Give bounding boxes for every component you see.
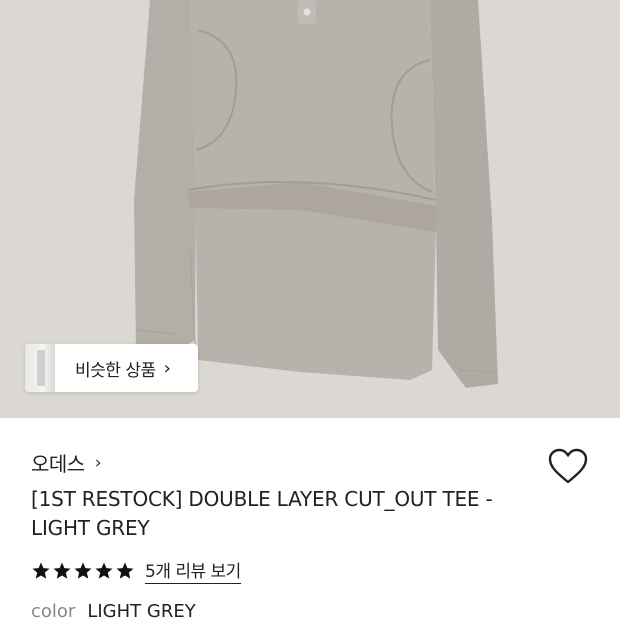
- product-image[interactable]: 비슷한 상품 ›: [0, 0, 620, 418]
- heart-icon: [548, 448, 588, 484]
- star-icon: [74, 562, 92, 579]
- chevron-right-icon: ›: [94, 452, 102, 473]
- color-option: color LIGHT GREY: [31, 601, 196, 622]
- similar-product-thumbnail: [25, 344, 55, 392]
- product-title: [1ST RESTOCK] DOUBLE LAYER CUT_OUT TEE -…: [31, 487, 493, 540]
- wishlist-button[interactable]: [547, 447, 589, 487]
- option-label: color: [31, 601, 76, 622]
- star-rating: [31, 561, 135, 581]
- similar-products-label: 비슷한 상품: [75, 360, 156, 381]
- rating-row: 5개 리뷰 보기: [31, 557, 241, 584]
- option-value: LIGHT GREY: [87, 601, 196, 622]
- star-icon: [116, 562, 134, 579]
- brand-link[interactable]: 오데스 ›: [31, 448, 102, 477]
- star-icon: [95, 562, 113, 579]
- review-link[interactable]: 5개 리뷰 보기: [145, 557, 241, 584]
- brand-name: 오데스: [31, 452, 85, 476]
- similar-products-button[interactable]: 비슷한 상품 ›: [25, 344, 198, 392]
- star-icon: [53, 562, 71, 579]
- chevron-right-icon: ›: [163, 357, 171, 379]
- star-icon: [32, 562, 50, 579]
